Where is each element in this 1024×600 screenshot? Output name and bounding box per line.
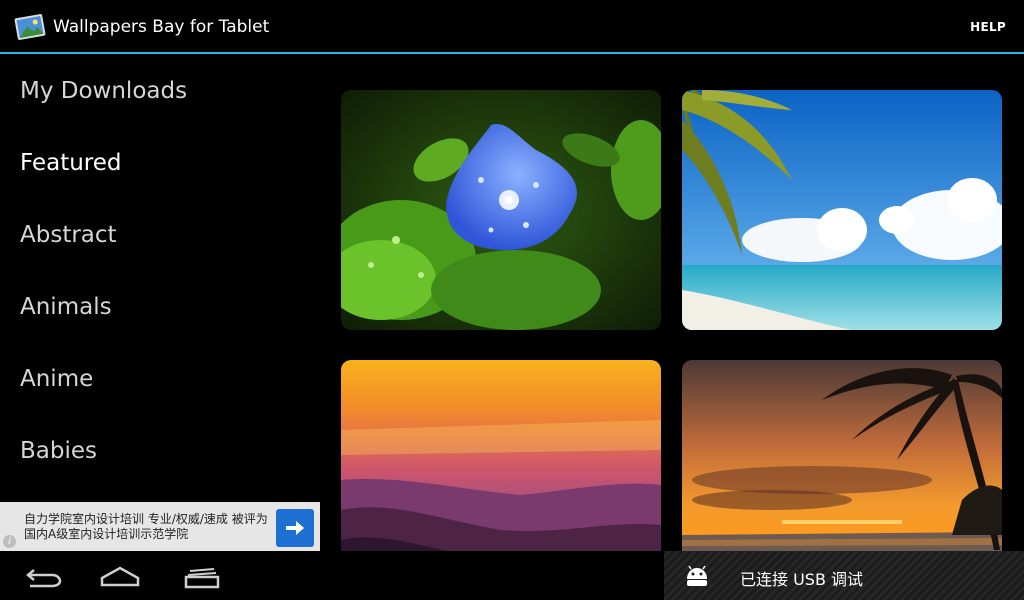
app-title: Wallpapers Bay for Tablet xyxy=(53,17,270,37)
recent-apps-icon[interactable] xyxy=(178,561,228,591)
category-sidebar: My Downloads Featured Abstract Animals A… xyxy=(0,56,322,501)
home-icon[interactable] xyxy=(96,561,146,591)
wallpaper-thumbnail-beach[interactable] xyxy=(682,90,1002,330)
back-icon[interactable] xyxy=(20,561,70,591)
sidebar-item-anime[interactable]: Anime xyxy=(20,366,93,392)
arrow-right-icon[interactable] xyxy=(276,509,314,547)
sidebar-item-babies[interactable]: Babies xyxy=(20,438,97,464)
sidebar-item-abstract[interactable]: Abstract xyxy=(20,222,117,248)
action-bar: Wallpapers Bay for Tablet HELP xyxy=(0,0,1024,54)
sidebar-item-my-downloads[interactable]: My Downloads xyxy=(20,78,187,104)
info-icon[interactable]: i xyxy=(3,535,16,548)
app-logo-icon xyxy=(13,11,47,43)
wallpaper-thumbnail-flower[interactable] xyxy=(341,90,661,330)
usb-debug-notification[interactable]: 已连接 USB 调试 xyxy=(664,551,1024,600)
sidebar-item-animals[interactable]: Animals xyxy=(20,294,112,320)
android-icon xyxy=(684,565,710,587)
sidebar-item-featured[interactable]: Featured xyxy=(20,150,122,176)
ad-text: 自力学院室内设计培训 专业/权威/速成 被评为国内A级室内设计培训示范学院 xyxy=(24,512,268,541)
help-button[interactable]: HELP xyxy=(970,20,1006,34)
notification-text: 已连接 USB 调试 xyxy=(740,570,864,589)
ad-banner[interactable]: 自力学院室内设计培训 专业/权威/速成 被评为国内A级室内设计培训示范学院 i xyxy=(0,502,320,551)
